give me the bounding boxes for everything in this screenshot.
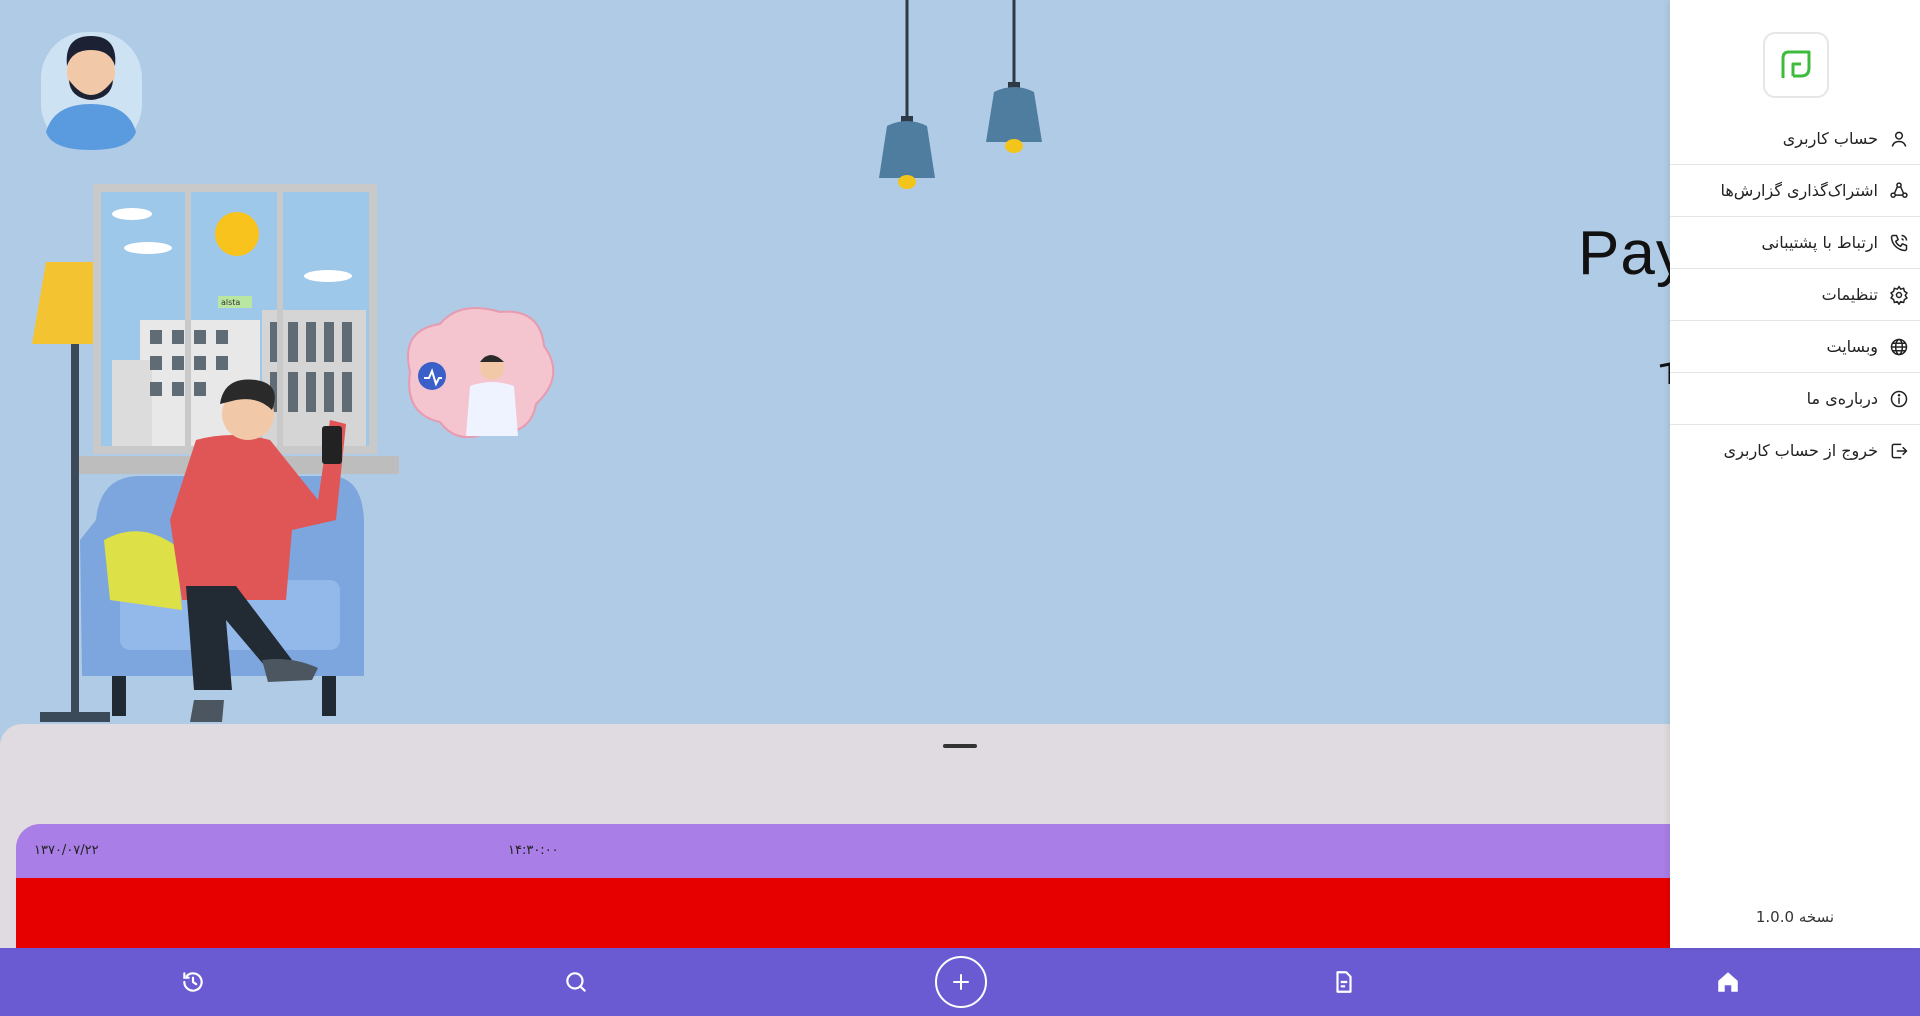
menu-item-settings[interactable]: تنظیمات bbox=[1670, 269, 1920, 321]
info-icon bbox=[1888, 388, 1910, 410]
building-sign: alsta bbox=[221, 298, 240, 307]
menu-item-label: درباره‌ی ما bbox=[1806, 389, 1878, 408]
record-card-body bbox=[16, 878, 1670, 954]
sheet-drag-handle[interactable] bbox=[943, 744, 977, 748]
doctor-thought-bubble bbox=[407, 307, 555, 439]
menu-item-share-reports[interactable]: اشتراک‌گذاری گزارش‌ها bbox=[1670, 165, 1920, 217]
menu-item-about[interactable]: درباره‌ی ما bbox=[1670, 373, 1920, 425]
user-icon bbox=[1888, 128, 1910, 150]
globe-icon bbox=[1888, 336, 1910, 358]
menu-item-account[interactable]: حساب کاربری bbox=[1670, 113, 1920, 165]
app-version: نسخه 1.0.0 bbox=[1755, 908, 1835, 926]
bottom-sheet[interactable]: ۱۳۷۰/۰۷/۲۲ ۱۴:۳۰:۰۰ bbox=[0, 724, 1670, 954]
phone-icon bbox=[1888, 232, 1910, 254]
menu-item-label: حساب کاربری bbox=[1782, 129, 1878, 148]
menu-item-logout[interactable]: خروج از حساب کاربری bbox=[1670, 425, 1920, 476]
app-logo bbox=[1763, 32, 1829, 98]
report-icon[interactable] bbox=[1322, 960, 1366, 1004]
menu-item-label: اشتراک‌گذاری گزارش‌ها bbox=[1720, 181, 1878, 200]
logout-icon bbox=[1888, 440, 1910, 462]
menu-item-label: تنظیمات bbox=[1821, 285, 1878, 304]
add-icon[interactable] bbox=[935, 956, 987, 1008]
share-icon bbox=[1888, 180, 1910, 202]
bottom-navigation bbox=[0, 948, 1920, 1016]
drawer-menu: حساب کاربری اشتراک‌گذاری گزارش‌ها ارتباط… bbox=[1670, 113, 1920, 476]
menu-item-label: وبسایت bbox=[1826, 337, 1879, 356]
record-card-header: ۱۳۷۰/۰۷/۲۲ ۱۴:۳۰:۰۰ bbox=[16, 824, 1670, 878]
record-time: ۱۴:۳۰:۰۰ bbox=[508, 843, 559, 858]
menu-item-label: خروج از حساب کاربری bbox=[1723, 441, 1878, 460]
side-drawer: حساب کاربری اشتراک‌گذاری گزارش‌ها ارتباط… bbox=[1670, 0, 1920, 948]
record-date: ۱۳۷۰/۰۷/۲۲ bbox=[34, 843, 99, 858]
record-card[interactable]: ۱۳۷۰/۰۷/۲۲ ۱۴:۳۰:۰۰ bbox=[16, 824, 1670, 954]
menu-item-support[interactable]: ارتباط با پشتیبانی bbox=[1670, 217, 1920, 269]
menu-item-website[interactable]: وبسایت bbox=[1670, 321, 1920, 373]
hero-illustration: alsta bbox=[32, 0, 1042, 722]
history-icon[interactable] bbox=[171, 960, 215, 1004]
user-avatar[interactable] bbox=[41, 32, 142, 150]
home-icon[interactable] bbox=[1706, 960, 1750, 1004]
pendant-lamps bbox=[879, 0, 1042, 189]
leaf-logo-icon bbox=[1781, 50, 1811, 78]
search-icon[interactable] bbox=[554, 960, 598, 1004]
gear-icon bbox=[1888, 284, 1910, 306]
menu-item-label: ارتباط با پشتیبانی bbox=[1761, 233, 1879, 252]
